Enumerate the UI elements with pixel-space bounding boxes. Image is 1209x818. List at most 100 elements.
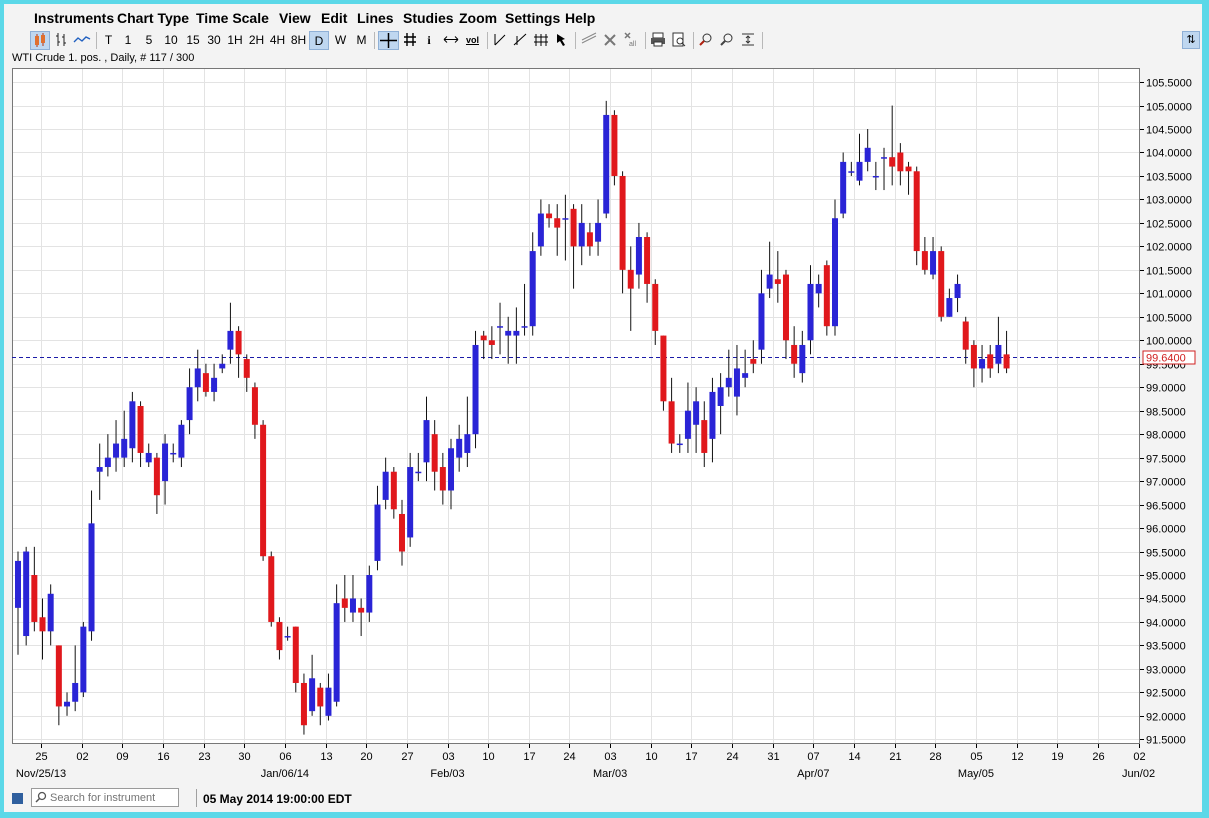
- timeframe-4h[interactable]: 4H: [268, 31, 287, 50]
- candle-up: [677, 444, 683, 446]
- timeframe-1m[interactable]: 1: [121, 31, 135, 50]
- y-tick-label: 105.0000: [1146, 102, 1192, 114]
- candle-down: [906, 167, 912, 172]
- candle-up: [497, 326, 503, 328]
- candle-up: [530, 251, 536, 326]
- line-chart-icon[interactable]: [72, 31, 92, 50]
- zoom-in-icon[interactable]: [697, 31, 715, 50]
- timeframe-1h[interactable]: 1H: [226, 31, 244, 50]
- x-major-label: Jan/06/14: [261, 768, 309, 780]
- print-preview-icon[interactable]: [670, 31, 688, 50]
- candle-up: [23, 552, 29, 637]
- candlestick-chart-icon[interactable]: [30, 31, 50, 50]
- cursor-arrow-icon[interactable]: [553, 31, 571, 50]
- y-tick-label: 95.0000: [1146, 571, 1186, 583]
- x-tick-label: 09: [116, 751, 128, 763]
- x-tick-label: 10: [645, 751, 657, 763]
- candle-down: [236, 331, 242, 354]
- menu-edit[interactable]: Edit: [321, 10, 347, 26]
- x-major-label: Mar/03: [593, 768, 627, 780]
- y-tick-label: 94.0000: [1146, 618, 1186, 630]
- menu-help[interactable]: Help: [565, 10, 595, 26]
- search-input[interactable]: [50, 790, 174, 805]
- candle-down: [963, 322, 969, 350]
- candle-down: [432, 434, 438, 472]
- info-icon[interactable]: i: [422, 31, 436, 50]
- candle-up: [211, 378, 217, 392]
- x-major-label: Apr/07: [797, 768, 829, 780]
- candle-down: [628, 270, 634, 289]
- candle-up: [97, 467, 103, 472]
- timeframe-8h[interactable]: 8H: [289, 31, 308, 50]
- menu-studies[interactable]: Studies: [403, 10, 454, 26]
- candle-up: [285, 636, 291, 638]
- candle-down: [660, 336, 666, 402]
- window-restore-icon[interactable]: ⇅: [1182, 31, 1200, 49]
- candle-up: [726, 378, 732, 387]
- timeframe-10m[interactable]: 10: [162, 31, 180, 50]
- delete-all-icon[interactable]: all: [622, 31, 640, 50]
- menu-time-scale[interactable]: Time Scale: [196, 10, 269, 26]
- x-tick-label: 25: [35, 751, 47, 763]
- delete-icon[interactable]: [601, 31, 619, 50]
- candle-down: [971, 345, 977, 368]
- timeframe-15m[interactable]: 15: [184, 31, 202, 50]
- candle-up: [309, 678, 315, 711]
- y-tick-label: 99.0000: [1146, 383, 1186, 395]
- current-price-label: 99.6400: [1146, 353, 1186, 365]
- y-tick-label: 103.0000: [1146, 195, 1192, 207]
- candle-down: [783, 275, 789, 341]
- x-tick-label: 14: [848, 751, 860, 763]
- menu-chart-type[interactable]: Chart Type: [117, 10, 189, 26]
- x-tick-label: 28: [929, 751, 941, 763]
- volume-toggle[interactable]: vol: [463, 31, 482, 50]
- crosshair-icon[interactable]: [378, 31, 399, 50]
- menu-view[interactable]: View: [279, 10, 311, 26]
- candle-up: [473, 345, 479, 434]
- zoom-out-icon[interactable]: [718, 31, 736, 50]
- menu-lines[interactable]: Lines: [357, 10, 394, 26]
- timeframe-weekly[interactable]: W: [332, 31, 349, 50]
- candle-up: [603, 115, 609, 214]
- candle-up: [807, 284, 813, 340]
- search-box[interactable]: [31, 788, 179, 807]
- menu-zoom[interactable]: Zoom: [459, 10, 497, 26]
- fit-to-screen-icon[interactable]: [739, 31, 757, 50]
- candle-down: [293, 627, 299, 683]
- trendline-icon[interactable]: [491, 31, 509, 50]
- candle-up: [522, 326, 528, 328]
- y-tick-label: 95.5000: [1146, 548, 1186, 560]
- candle-up: [325, 688, 331, 716]
- grid-icon[interactable]: [401, 31, 419, 50]
- menu-settings[interactable]: Settings: [505, 10, 560, 26]
- candle-down: [897, 153, 903, 172]
- candle-up: [129, 401, 135, 448]
- candle-down: [391, 472, 397, 510]
- candle-up: [816, 284, 822, 293]
- autoscroll-icon[interactable]: [441, 31, 461, 50]
- timeframe-30m[interactable]: 30: [205, 31, 223, 50]
- delete-line-icon[interactable]: [579, 31, 599, 50]
- candle-up: [595, 223, 601, 242]
- menu-instruments[interactable]: Instruments: [34, 10, 114, 26]
- candle-up: [113, 444, 119, 458]
- timeframe-monthly[interactable]: M: [353, 31, 370, 50]
- timeframe-daily[interactable]: D: [309, 31, 329, 50]
- ohlc-bar-icon[interactable]: [52, 31, 70, 50]
- timeframe-tick[interactable]: T: [100, 31, 117, 50]
- candle-up: [718, 387, 724, 406]
- y-tick-label: 105.5000: [1146, 78, 1192, 90]
- candle-down: [938, 251, 944, 317]
- x-tick-label: 17: [523, 751, 535, 763]
- ray-line-icon[interactable]: [511, 31, 529, 50]
- timeframe-5m[interactable]: 5: [142, 31, 156, 50]
- candle-up: [64, 702, 70, 707]
- print-icon[interactable]: [649, 31, 667, 50]
- timeframe-2h[interactable]: 2H: [247, 31, 266, 50]
- x-tick-label: 21: [889, 751, 901, 763]
- chart-canvas[interactable]: 91.500092.000092.500093.000093.500094.00…: [4, 66, 1202, 786]
- channel-icon[interactable]: [532, 31, 550, 50]
- price-chart[interactable]: 91.500092.000092.500093.000093.500094.00…: [4, 66, 1202, 786]
- y-tick-label: 98.5000: [1146, 407, 1186, 419]
- candle-up: [456, 439, 462, 458]
